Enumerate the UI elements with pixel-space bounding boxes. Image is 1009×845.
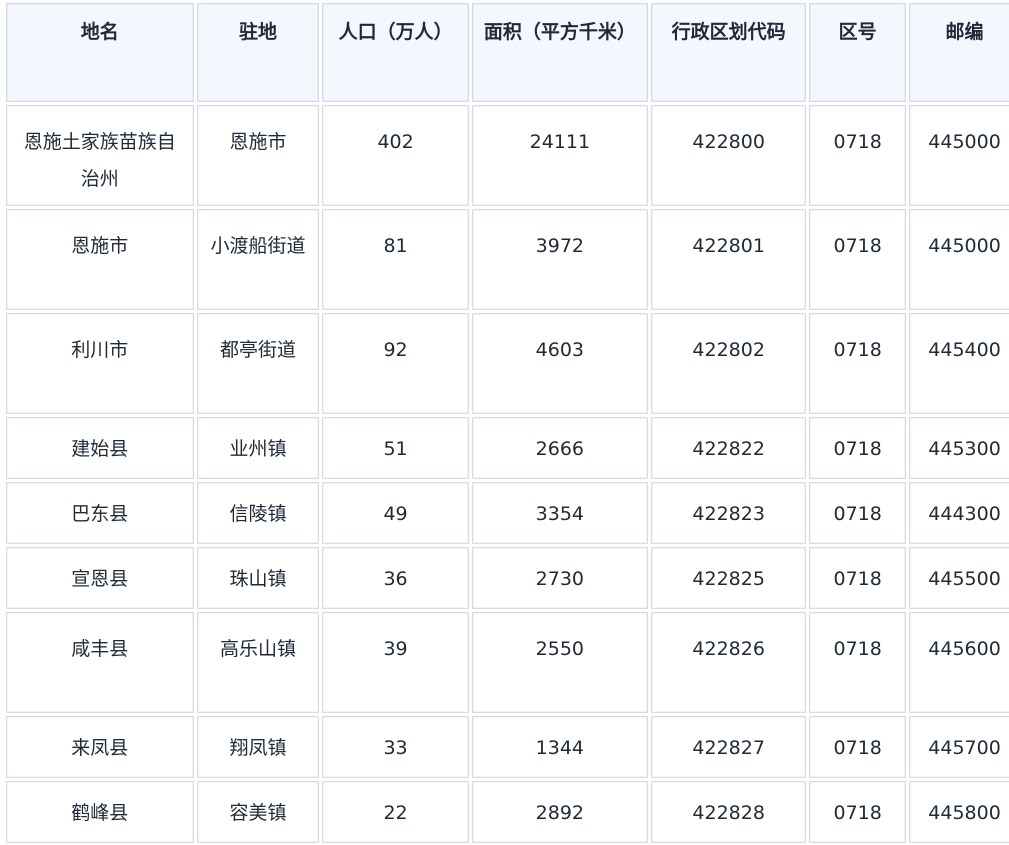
cell-area: 3972 bbox=[471, 209, 649, 310]
table-row: 宣恩县 珠山镇 36 2730 422825 0718 445500 bbox=[6, 547, 1009, 609]
header-admin-code: 行政区划代码 bbox=[651, 3, 807, 102]
cell-population: 22 bbox=[322, 781, 469, 843]
cell-postal-code: 445700 bbox=[909, 716, 1009, 778]
cell-place-name: 来凤县 bbox=[6, 716, 194, 778]
cell-population: 36 bbox=[322, 547, 469, 609]
cell-area: 3354 bbox=[471, 482, 649, 544]
cell-area-code: 0718 bbox=[809, 417, 907, 479]
cell-population: 92 bbox=[322, 313, 469, 414]
cell-postal-code: 445500 bbox=[909, 547, 1009, 609]
cell-seat: 都亭街道 bbox=[196, 313, 320, 414]
cell-place-name: 鹤峰县 bbox=[6, 781, 194, 843]
cell-admin-code: 422822 bbox=[651, 417, 807, 479]
cell-area-code: 0718 bbox=[809, 482, 907, 544]
cell-admin-code: 422801 bbox=[651, 209, 807, 310]
cell-seat: 业州镇 bbox=[196, 417, 320, 479]
cell-area-code: 0718 bbox=[809, 105, 907, 206]
cell-seat: 高乐山镇 bbox=[196, 612, 320, 713]
cell-seat: 信陵镇 bbox=[196, 482, 320, 544]
cell-place-name: 恩施市 bbox=[6, 209, 194, 310]
cell-area: 4603 bbox=[471, 313, 649, 414]
cell-postal-code: 445600 bbox=[909, 612, 1009, 713]
cell-seat: 翔凤镇 bbox=[196, 716, 320, 778]
cell-postal-code: 445000 bbox=[909, 105, 1009, 206]
cell-place-name: 恩施土家族苗族自治州 bbox=[6, 105, 194, 206]
cell-area: 2550 bbox=[471, 612, 649, 713]
cell-area: 2666 bbox=[471, 417, 649, 479]
cell-population: 81 bbox=[322, 209, 469, 310]
cell-postal-code: 445000 bbox=[909, 209, 1009, 310]
cell-place-name: 建始县 bbox=[6, 417, 194, 479]
cell-admin-code: 422827 bbox=[651, 716, 807, 778]
cell-seat: 容美镇 bbox=[196, 781, 320, 843]
cell-population: 49 bbox=[322, 482, 469, 544]
cell-population: 51 bbox=[322, 417, 469, 479]
cell-postal-code: 445800 bbox=[909, 781, 1009, 843]
cell-admin-code: 422825 bbox=[651, 547, 807, 609]
cell-place-name: 利川市 bbox=[6, 313, 194, 414]
table-row: 鹤峰县 容美镇 22 2892 422828 0718 445800 bbox=[6, 781, 1009, 843]
cell-postal-code: 445400 bbox=[909, 313, 1009, 414]
table-row: 巴东县 信陵镇 49 3354 422823 0718 444300 bbox=[6, 482, 1009, 544]
header-postal-code: 邮编 bbox=[909, 3, 1009, 102]
table-container: 地名 驻地 人口（万人） 面积（平方千米） 行政区划代码 区号 邮编 恩施土家族… bbox=[0, 0, 1009, 845]
cell-area: 24111 bbox=[471, 105, 649, 206]
cell-area-code: 0718 bbox=[809, 781, 907, 843]
cell-area-code: 0718 bbox=[809, 313, 907, 414]
cell-admin-code: 422800 bbox=[651, 105, 807, 206]
table-row: 建始县 业州镇 51 2666 422822 0718 445300 bbox=[6, 417, 1009, 479]
header-area: 面积（平方千米） bbox=[471, 3, 649, 102]
cell-area-code: 0718 bbox=[809, 612, 907, 713]
cell-area-code: 0718 bbox=[809, 209, 907, 310]
cell-place-name: 宣恩县 bbox=[6, 547, 194, 609]
table-header-row: 地名 驻地 人口（万人） 面积（平方千米） 行政区划代码 区号 邮编 bbox=[6, 3, 1009, 102]
cell-population: 402 bbox=[322, 105, 469, 206]
table-row: 来凤县 翔凤镇 33 1344 422827 0718 445700 bbox=[6, 716, 1009, 778]
cell-seat: 小渡船街道 bbox=[196, 209, 320, 310]
cell-area: 2892 bbox=[471, 781, 649, 843]
cell-admin-code: 422828 bbox=[651, 781, 807, 843]
cell-postal-code: 445300 bbox=[909, 417, 1009, 479]
cell-population: 33 bbox=[322, 716, 469, 778]
table-row: 恩施市 小渡船街道 81 3972 422801 0718 445000 bbox=[6, 209, 1009, 310]
cell-area: 1344 bbox=[471, 716, 649, 778]
table-row: 利川市 都亭街道 92 4603 422802 0718 445400 bbox=[6, 313, 1009, 414]
prefecture-data-table: 地名 驻地 人口（万人） 面积（平方千米） 行政区划代码 区号 邮编 恩施土家族… bbox=[3, 0, 1009, 845]
cell-admin-code: 422802 bbox=[651, 313, 807, 414]
cell-place-name: 咸丰县 bbox=[6, 612, 194, 713]
cell-postal-code: 444300 bbox=[909, 482, 1009, 544]
table-row: 咸丰县 高乐山镇 39 2550 422826 0718 445600 bbox=[6, 612, 1009, 713]
cell-place-name: 巴东县 bbox=[6, 482, 194, 544]
cell-admin-code: 422823 bbox=[651, 482, 807, 544]
table-row: 恩施土家族苗族自治州 恩施市 402 24111 422800 0718 445… bbox=[6, 105, 1009, 206]
cell-admin-code: 422826 bbox=[651, 612, 807, 713]
header-seat: 驻地 bbox=[196, 3, 320, 102]
header-population: 人口（万人） bbox=[322, 3, 469, 102]
cell-population: 39 bbox=[322, 612, 469, 713]
header-area-code: 区号 bbox=[809, 3, 907, 102]
cell-area-code: 0718 bbox=[809, 547, 907, 609]
cell-seat: 珠山镇 bbox=[196, 547, 320, 609]
cell-area: 2730 bbox=[471, 547, 649, 609]
header-place-name: 地名 bbox=[6, 3, 194, 102]
cell-seat: 恩施市 bbox=[196, 105, 320, 206]
cell-area-code: 0718 bbox=[809, 716, 907, 778]
